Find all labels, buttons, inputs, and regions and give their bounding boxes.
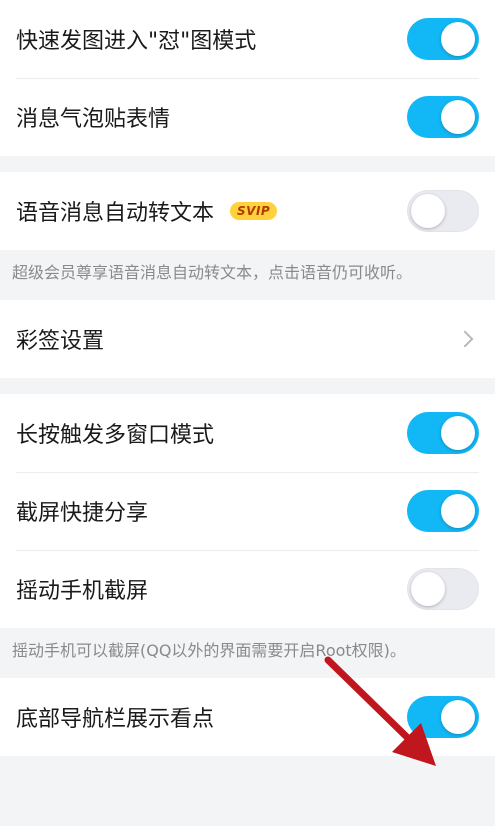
settings-group-screen: 长按触发多窗口模式 截屏快捷分享 摇动手机截屏	[0, 394, 495, 628]
setting-label: 长按触发多窗口模式	[16, 423, 215, 448]
screenshot-share-toggle[interactable]	[407, 490, 479, 532]
toggle-knob	[411, 572, 445, 606]
setting-row-voice-to-text: 语音消息自动转文本 SVIP	[0, 172, 495, 250]
toggle-knob	[441, 494, 475, 528]
setting-label: 语音消息自动转文本 SVIP	[16, 195, 278, 227]
setting-label: 快速发图进入"怼"图模式	[16, 29, 257, 54]
settings-group-chat: 快速发图进入"怼"图模式 消息气泡贴表情	[0, 0, 495, 156]
setting-row-shake-screenshot: 摇动手机截屏	[0, 550, 495, 628]
svip-badge: SVIP	[230, 202, 278, 220]
setting-label: 截屏快捷分享	[16, 501, 149, 526]
chevron-right-icon	[461, 332, 475, 346]
setting-row-screenshot-share: 截屏快捷分享	[0, 472, 495, 550]
setting-label: 摇动手机截屏	[16, 579, 149, 604]
toggle-knob	[441, 22, 475, 56]
setting-row-quick-image: 快速发图进入"怼"图模式	[0, 0, 495, 78]
multi-window-toggle[interactable]	[407, 412, 479, 454]
settings-group-voice: 语音消息自动转文本 SVIP	[0, 172, 495, 250]
bubble-sticker-toggle[interactable]	[407, 96, 479, 138]
settings-group-tags: 彩签设置	[0, 300, 495, 378]
setting-row-color-tags[interactable]: 彩签设置	[0, 300, 495, 378]
voice-to-text-label: 语音消息自动转文本	[16, 201, 215, 226]
setting-label: 消息气泡贴表情	[16, 107, 171, 132]
settings-group-nav: 底部导航栏展示看点	[0, 678, 495, 756]
setting-label: 底部导航栏展示看点	[16, 707, 215, 732]
nav-kandian-toggle[interactable]	[407, 696, 479, 738]
toggle-knob	[441, 700, 475, 734]
section-gap	[0, 156, 495, 172]
section-gap	[0, 378, 495, 394]
setting-row-multi-window: 长按触发多窗口模式	[0, 394, 495, 472]
voice-to-text-toggle[interactable]	[407, 190, 479, 232]
toggle-knob	[411, 194, 445, 228]
voice-note: 超级会员尊享语音消息自动转文本，点击语音仍可收听。	[0, 250, 495, 300]
settings-page: 快速发图进入"怼"图模式 消息气泡贴表情 语音消息自动转文本 SVIP 超级会员…	[0, 0, 495, 756]
setting-row-nav-kandian: 底部导航栏展示看点	[0, 678, 495, 756]
toggle-knob	[441, 416, 475, 450]
setting-label: 彩签设置	[16, 329, 105, 354]
toggle-knob	[441, 100, 475, 134]
shake-note: 摇动手机可以截屏(QQ以外的界面需要开启Root权限)。	[0, 628, 495, 678]
setting-row-bubble-sticker: 消息气泡贴表情	[0, 78, 495, 156]
quick-image-toggle[interactable]	[407, 18, 479, 60]
shake-screenshot-toggle[interactable]	[407, 568, 479, 610]
